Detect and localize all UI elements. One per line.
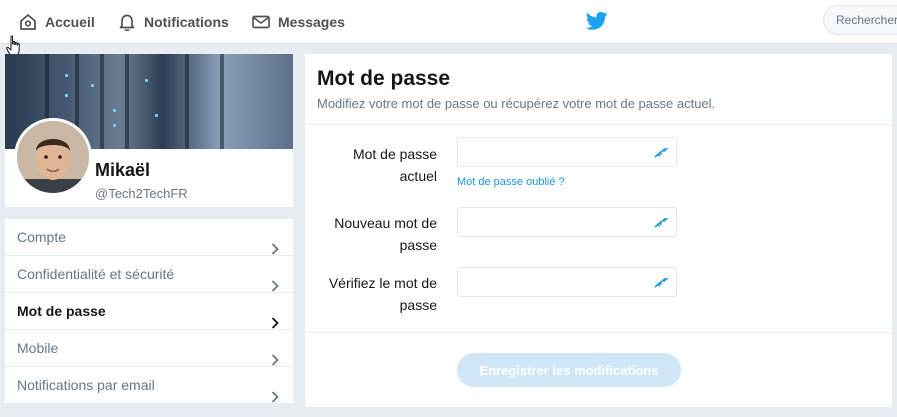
divider [305, 332, 892, 333]
forgot-password-link[interactable]: Mot de passe oublié ? [457, 176, 565, 188]
label-line: Vérifiez le mot de [328, 275, 437, 291]
key-icon [654, 215, 670, 234]
twitter-bird-icon[interactable] [585, 11, 608, 36]
label-line: actuel [399, 168, 437, 184]
menu-item-privacy[interactable]: Confidentialité et sécurité [5, 256, 293, 293]
profile-card[interactable]: Mikaël @Tech2TechFR [5, 54, 293, 207]
label-line: passe [399, 237, 437, 253]
profile-handle[interactable]: @Tech2TechFR [95, 186, 188, 201]
new-password-input[interactable] [464, 209, 648, 237]
nav-notifications[interactable]: Notifications [117, 11, 229, 33]
menu-item-label: Notifications par email [17, 377, 155, 393]
nav-notifications-label: Notifications [144, 14, 229, 30]
key-icon [654, 145, 670, 164]
current-password-field[interactable] [457, 137, 677, 167]
avatar[interactable] [14, 118, 92, 196]
menu-item-email-notifications[interactable]: Notifications par email [5, 367, 293, 404]
nav-home[interactable]: Accueil [18, 11, 95, 33]
search-input[interactable]: Rechercher [823, 5, 897, 35]
menu-item-label: Mobile [17, 340, 59, 356]
menu-item-account[interactable]: Compte [5, 219, 293, 256]
key-icon [654, 275, 670, 294]
menu-item-label: Confidentialité et sécurité [17, 266, 175, 282]
bell-icon [117, 12, 137, 32]
label-line: Nouveau mot de [334, 215, 437, 231]
divider [305, 124, 892, 125]
search-placeholder: Rechercher [836, 13, 897, 27]
nav-messages-label: Messages [278, 14, 345, 30]
envelope-icon [251, 12, 271, 32]
menu-item-label: Mot de passe [17, 303, 106, 319]
profile-name[interactable]: Mikaël [95, 160, 150, 181]
menu-item-label: Compte [17, 229, 67, 245]
settings-menu: Compte Confidentialité et sécurité Mot d… [5, 219, 293, 404]
nav-home-label: Accueil [45, 14, 95, 30]
label-line: passe [399, 297, 437, 313]
save-changes-button[interactable]: Enregistrer les modifications [457, 353, 681, 387]
page-subtitle: Modifiez votre mot de passe ou récupérez… [317, 96, 716, 111]
menu-item-password[interactable]: Mot de passe [5, 293, 293, 330]
new-password-label: Nouveau mot de passe [305, 212, 437, 256]
label-line: Mot de passe [352, 146, 437, 162]
confirm-password-field[interactable] [457, 267, 677, 297]
current-password-input[interactable] [464, 139, 648, 167]
chevron-right-icon [271, 380, 279, 417]
confirm-password-label: Vérifiez le mot de passe [305, 272, 437, 316]
menu-item-mobile[interactable]: Mobile [5, 330, 293, 367]
new-password-field[interactable] [457, 207, 677, 237]
current-password-label: Mot de passe actuel [305, 143, 437, 187]
top-nav: Accueil Notifications Messages Recherche… [0, 0, 897, 44]
home-icon [18, 12, 38, 32]
password-panel: Mot de passe Modifiez votre mot de passe… [305, 54, 892, 407]
page-title: Mot de passe [317, 67, 451, 90]
confirm-password-input[interactable] [464, 269, 648, 297]
nav-messages[interactable]: Messages [251, 11, 345, 33]
